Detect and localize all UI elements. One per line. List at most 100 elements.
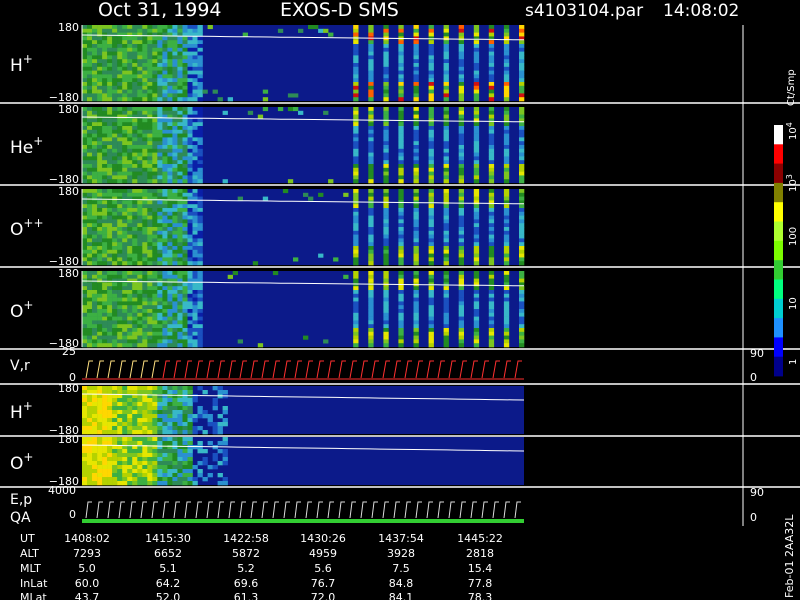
ep-mark: [107, 501, 114, 519]
ephem-cell: 60.0: [75, 577, 100, 590]
vr-mark: [448, 360, 456, 379]
vr-label: V,r: [10, 358, 30, 374]
vr-mark: [316, 360, 324, 379]
vr-mark: [206, 360, 214, 379]
ep-mark: [492, 501, 499, 519]
ephem-row-label: InLat: [20, 577, 48, 590]
panel-species-label: O++: [10, 216, 44, 240]
spectrogram-panels: 180−180H+180−180He+180−180O++180−180O+V,…: [0, 21, 800, 526]
ephem-cell: 69.6: [234, 577, 259, 590]
ephem-cell: 5.0: [78, 562, 96, 575]
ep-mark: [360, 501, 367, 519]
panel-ytick-top: 180: [58, 267, 79, 280]
ep-label: E,p: [10, 492, 32, 508]
colorbar: Ct/Smp 1 10 100 103 104: [774, 69, 799, 377]
ep-mark: [459, 501, 466, 519]
colorbar-segment: [774, 298, 783, 319]
ep-mark: [327, 501, 334, 519]
ephem-row-label: UT: [20, 532, 35, 545]
ephem-row-label: ALT: [20, 547, 39, 560]
panel-ep: E,p QA 4000 0 90 0: [10, 484, 764, 526]
ephem-cell: 1422:58: [223, 532, 269, 545]
vr-mark: [96, 360, 104, 379]
panel-o-plus: 180−180O+: [0, 267, 800, 350]
panel-h-plus: 180−180H+: [0, 21, 800, 104]
ep-mark: [261, 501, 268, 519]
colorbar-segment: [774, 221, 783, 242]
ephem-cell: 5872: [232, 547, 260, 560]
ep-mark: [470, 501, 477, 519]
ephem-cell: 5.6: [314, 562, 332, 575]
ep-mark: [437, 501, 444, 519]
ephem-cell: 1408:02: [64, 532, 110, 545]
ep-mark: [382, 501, 389, 519]
vr-mark: [239, 360, 247, 379]
ephem-cell: 7293: [73, 547, 101, 560]
vr-mark: [492, 360, 500, 379]
panel-species-label: H+: [10, 399, 33, 423]
colorbar-segment: [774, 356, 783, 377]
qa-bar: [82, 519, 524, 523]
ep-mark: [404, 501, 411, 519]
qa-label: QA: [10, 510, 31, 526]
panel-o-plusplus: 180−180O++: [0, 185, 800, 268]
panel-species-label: O+: [10, 298, 33, 322]
ephem-cell: 5.2: [237, 562, 255, 575]
vr-mark: [426, 360, 434, 379]
ep-mark: [349, 501, 356, 519]
ep-mark: [316, 501, 323, 519]
ep-mark: [118, 501, 125, 519]
colorbar-tick-label: 100: [788, 227, 799, 246]
panel-ytick-top: 180: [58, 433, 79, 446]
ep-mark: [503, 501, 510, 519]
ep-mark: [294, 501, 301, 519]
ep-right-bottom: 0: [750, 511, 757, 524]
ep-ytick-top: 4000: [48, 484, 76, 497]
ephem-cell: 2818: [466, 547, 494, 560]
ephem-cell: 76.7: [311, 577, 336, 590]
ep-mark: [283, 501, 290, 519]
vr-mark: [140, 360, 148, 379]
ephem-cell: 84.8: [389, 577, 414, 590]
ephem-cell: 84.1: [389, 591, 414, 600]
vr-mark: [360, 360, 368, 379]
ephem-cell: 6652: [154, 547, 182, 560]
header-date: Oct 31, 1994: [98, 0, 222, 21]
ephem-cell: 52.0: [156, 591, 181, 600]
vr-right-bottom: 0: [750, 371, 757, 384]
vr-mark: [503, 360, 511, 379]
panel-species-label: H+: [10, 52, 33, 76]
panel-he-plus: 180−180He+: [0, 103, 800, 186]
colorbar-tick-label: 1: [788, 359, 799, 365]
ephem-cell: 43.7: [75, 591, 100, 600]
header-file: s4103104.par: [525, 1, 643, 21]
vr-right-top: 90: [750, 347, 764, 360]
colorbar-segment: [774, 125, 783, 145]
panel-species-label: O+: [10, 450, 33, 474]
ephem-cell: 15.4: [468, 562, 493, 575]
ephem-cell: 72.0: [311, 591, 336, 600]
colorbar-segment: [774, 260, 783, 280]
ephem-cell: 1445:22: [457, 532, 503, 545]
ephem-cell: 3928: [387, 547, 415, 560]
ephem-cell: 61.3: [234, 591, 259, 600]
vr-mark: [184, 360, 192, 379]
panel-vr: V,r250900: [0, 345, 800, 385]
vr-mark: [459, 360, 467, 379]
ep-mark: [162, 501, 169, 519]
vr-mark: [327, 360, 335, 379]
vr-mark: [338, 360, 346, 379]
ep-mark: [514, 501, 521, 519]
panel-species-label: He+: [10, 134, 43, 158]
vr-mark: [415, 360, 423, 379]
header-time: 14:08:02: [663, 1, 739, 21]
side-label: Feb-01 2AA32L: [783, 514, 796, 598]
header-instrument: EXOS-D SMS: [280, 0, 399, 21]
ephem-row-label: MLT: [20, 562, 41, 575]
ep-mark: [217, 501, 224, 519]
colorbar-segment: [774, 240, 783, 261]
panel-ytick-top: 180: [58, 185, 79, 198]
panel-o-plus-2: 180−180O+: [0, 433, 800, 488]
ep-mark: [151, 501, 158, 519]
vr-mark: [217, 360, 225, 379]
